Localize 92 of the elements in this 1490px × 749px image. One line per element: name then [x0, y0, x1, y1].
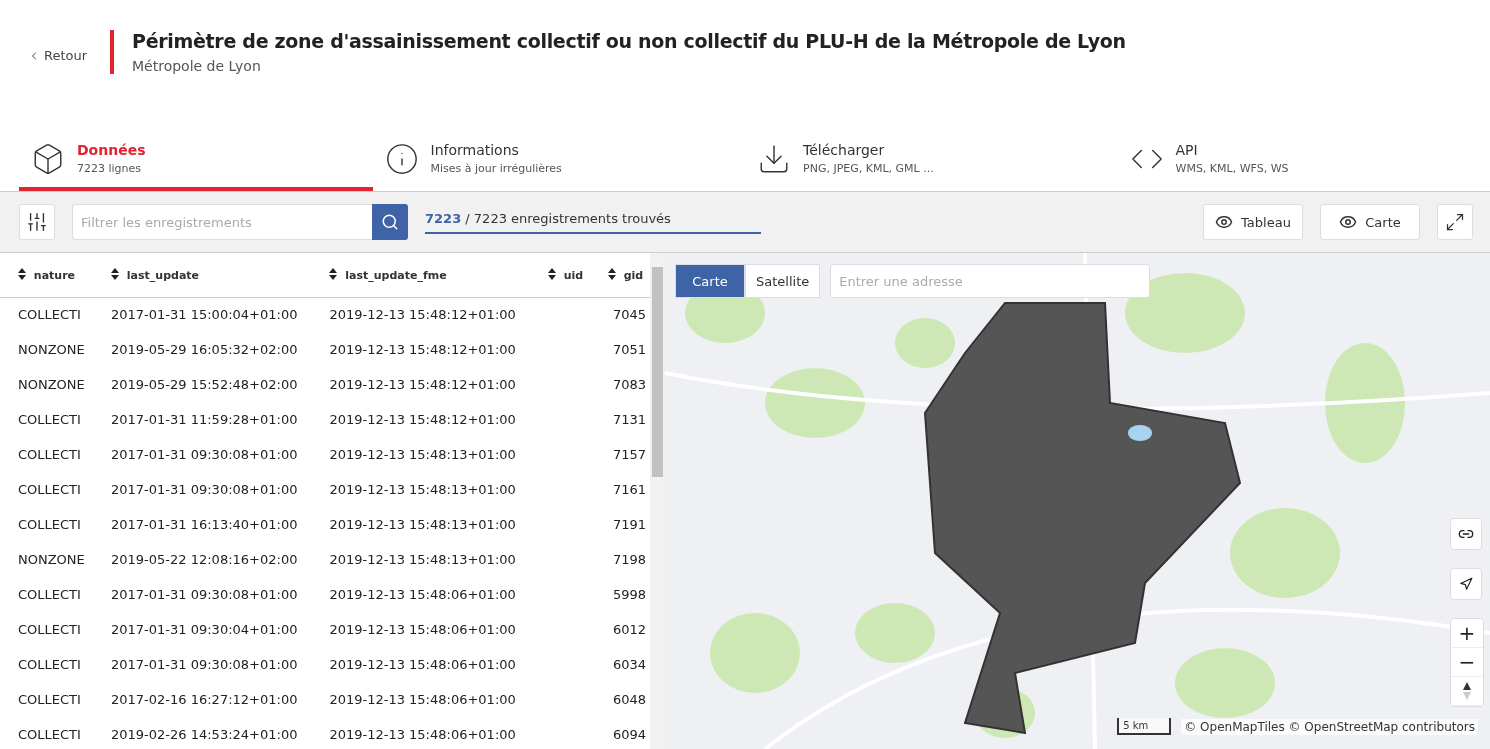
- table-cell-text: 7198: [611, 551, 647, 569]
- sliders-icon: [26, 211, 48, 233]
- table-cell-text: 2019-12-13 15:48:06+01:00: [328, 621, 517, 639]
- table-cell-text: 2019-12-13 15:48:13+01:00: [328, 516, 517, 534]
- table-cell-text: 2017-01-31 16:13:40+01:00: [110, 516, 299, 534]
- table-cell-text: 2019-12-13 15:48:12+01:00: [328, 376, 517, 394]
- compass-icon: [1462, 681, 1472, 701]
- table-cell-text: COLLECTI: [17, 481, 82, 499]
- search-button[interactable]: [372, 204, 408, 240]
- page-subtitle: Métropole de Lyon: [132, 58, 262, 74]
- table-cell-text: 7157: [611, 446, 647, 464]
- table-cell: COLLECTI: [0, 297, 93, 332]
- column-header[interactable]: nature: [0, 253, 93, 297]
- map-scale: 5 km: [1117, 718, 1172, 735]
- zoom-in-button[interactable]: +: [1451, 619, 1483, 648]
- sort-icon: [607, 267, 616, 280]
- table-cell-text: 2019-12-13 15:48:13+01:00: [328, 551, 517, 569]
- table-cell-text: COLLECTI: [17, 691, 82, 709]
- link-button[interactable]: [1450, 518, 1482, 550]
- map-mode-button[interactable]: Satellite: [745, 264, 821, 298]
- fullscreen-icon: [1445, 212, 1465, 232]
- table-cell-text: 2017-01-31 09:30:08+01:00: [110, 481, 299, 499]
- table-cell-text: 6048: [611, 691, 647, 709]
- table-cell: 2019-12-13 15:48:12+01:00: [311, 297, 530, 332]
- table-cell-text: COLLECTI: [17, 726, 82, 744]
- table-cell-text: COLLECTI: [17, 516, 82, 534]
- eye-icon: [1215, 213, 1234, 231]
- table-cell-text: 7051: [611, 341, 647, 359]
- table-cell: 7045: [589, 297, 650, 332]
- table-cell-text: COLLECTI: [17, 411, 82, 429]
- back-link[interactable]: Retour: [28, 48, 110, 63]
- address-field[interactable]: Entrer une adresse: [830, 264, 1151, 298]
- search-field[interactable]: Filtrer les enregistrements: [72, 204, 372, 240]
- table-cell-text: 2019-05-22 12:08:16+02:00: [110, 551, 299, 569]
- table-cell-text: 2017-02-16 16:27:12+01:00: [110, 691, 299, 709]
- locate-button[interactable]: [1450, 568, 1482, 600]
- table-cell-text: 2019-12-13 15:48:06+01:00: [328, 726, 517, 744]
- table-cell-text: NONZONE: [17, 551, 86, 569]
- eye-icon: [1339, 213, 1358, 231]
- search-icon: [381, 213, 399, 231]
- table-cell-text: 2019-12-13 15:48:13+01:00: [328, 446, 517, 464]
- column-header[interactable]: uid: [529, 253, 590, 297]
- table-cell-text: NONZONE: [17, 341, 86, 359]
- table-cell-text: COLLECTI: [17, 656, 82, 674]
- table-cell-text: 2019-02-26 14:53:24+01:00: [110, 726, 299, 744]
- table-cell-text: 6034: [611, 656, 647, 674]
- table-cell-text: 5998: [611, 586, 647, 604]
- filter-settings-button[interactable]: [19, 204, 55, 240]
- table-cell-text: 2017-01-31 09:30:04+01:00: [110, 621, 299, 639]
- table-cell-text: COLLECTI: [17, 586, 82, 604]
- table-cell-text: 7131: [611, 411, 647, 429]
- info-icon: [384, 141, 419, 176]
- record-count: 7223 / 7223 enregistrements trouvés: [425, 210, 761, 234]
- fullscreen-button[interactable]: [1437, 204, 1473, 240]
- table-cell-text: 2019-12-13 15:48:06+01:00: [328, 586, 517, 604]
- table-cell-text: 7083: [611, 376, 647, 394]
- table-cell-text: COLLECTI: [17, 446, 82, 464]
- table-cell-text: 2019-12-13 15:48:12+01:00: [328, 341, 517, 359]
- table-cell-text: 2017-01-31 09:30:08+01:00: [110, 446, 299, 464]
- page-title: Périmètre de zone d'assainissement collectif ou non collectif du PLU-H de la Métropole de Lyon: [132, 30, 1126, 52]
- table-cell-text: 2019-12-13 15:48:06+01:00: [328, 691, 517, 709]
- sort-icon: [547, 267, 556, 280]
- table-cell-text: NONZONE: [17, 376, 86, 394]
- zoom-out-button[interactable]: −: [1451, 648, 1483, 677]
- table-cell: 2017-01-31 15:00:04+01:00: [93, 297, 312, 332]
- scrollbar-thumb[interactable]: [652, 267, 663, 477]
- sort-icon: [111, 267, 119, 280]
- table-cell-text: 7191: [611, 516, 647, 534]
- table-cell-text: 2017-01-31 09:30:08+01:00: [110, 586, 299, 604]
- table-cell-text: 2017-01-31 09:30:08+01:00: [110, 656, 299, 674]
- map-mode-button[interactable]: Carte: [675, 264, 745, 298]
- table-cell-text: 2019-05-29 15:52:48+02:00: [110, 376, 299, 394]
- view-button[interactable]: Carte: [1320, 204, 1420, 240]
- table-cell-text: 6012: [611, 621, 647, 639]
- column-header[interactable]: last_update_fme: [311, 253, 530, 297]
- table-cell-text: 2017-01-31 11:59:28+01:00: [110, 411, 299, 429]
- arrow-icon: [1459, 577, 1473, 591]
- table-cell-text: 6094: [611, 726, 647, 744]
- table-cell-text: 2019-12-13 15:48:12+01:00: [328, 411, 517, 429]
- table-cell-text: 2019-12-13 15:48:06+01:00: [328, 656, 517, 674]
- table-cell-text: 2019-05-29 16:05:32+02:00: [110, 341, 299, 359]
- map-attribution: © OpenMapTiles © OpenStreetMap contributors: [1181, 719, 1478, 735]
- tab[interactable]: Télécharger PNG, JPEG, KML, GML ...: [745, 130, 1118, 191]
- column-header[interactable]: last_update: [93, 253, 312, 297]
- tab[interactable]: API WMS, KML, WFS, WS: [1117, 130, 1490, 191]
- table-cell-text: COLLECTI: [17, 621, 82, 639]
- view-button[interactable]: Tableau: [1203, 204, 1303, 240]
- tab[interactable]: Informations Mises à jour irrégulières: [372, 130, 745, 191]
- sort-icon: [18, 267, 26, 280]
- sort-icon: [329, 267, 338, 280]
- table-cell-text: 2019-12-13 15:48:13+01:00: [328, 481, 517, 499]
- table-cell-text: 7161: [611, 481, 647, 499]
